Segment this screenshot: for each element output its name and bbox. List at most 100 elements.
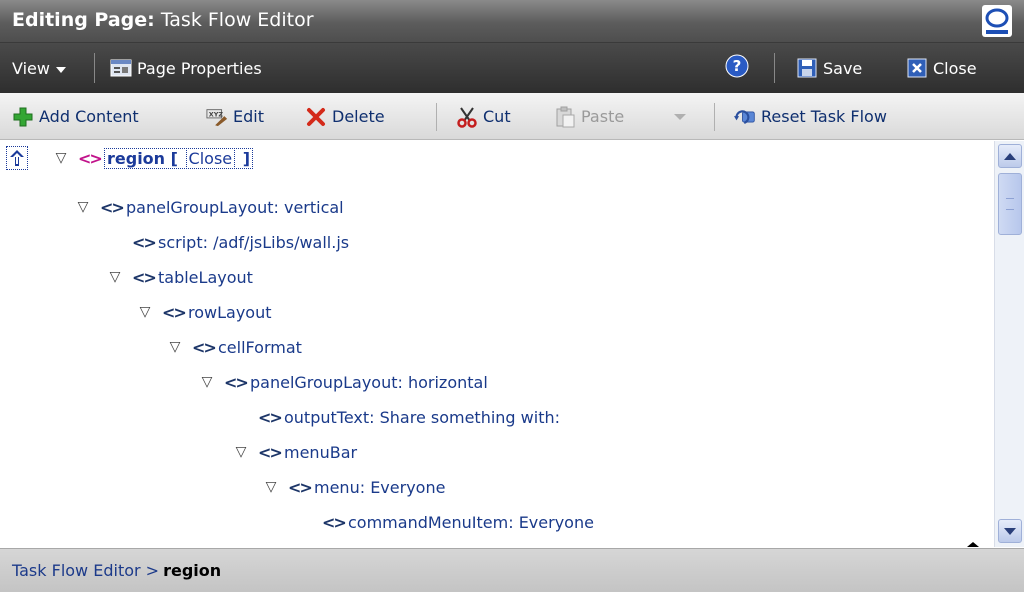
tree-node[interactable]: ▽ <> panelGroupLayout: horizontal bbox=[198, 367, 488, 397]
close-label: Close bbox=[933, 58, 977, 78]
plus-icon bbox=[12, 106, 34, 128]
tree-node[interactable]: ▽ <> menu: Everyone bbox=[262, 472, 446, 502]
resize-grip-icon[interactable] bbox=[958, 536, 988, 550]
collapse-triangle-icon[interactable]: ▽ bbox=[262, 479, 280, 495]
tree-root-node[interactable]: ▽ <> region [ Close ] bbox=[52, 143, 254, 173]
tree-node-label: panelGroupLayout: horizontal bbox=[250, 372, 488, 392]
edit-label: Edit bbox=[233, 107, 264, 126]
component-tag-icon: <> bbox=[162, 302, 187, 322]
collapse-triangle-icon[interactable]: ▽ bbox=[74, 199, 92, 215]
toolbar-separator bbox=[436, 103, 437, 131]
component-tag-icon: <> bbox=[258, 442, 283, 462]
component-tag-icon: <> bbox=[132, 232, 157, 252]
svg-text:XYZ: XYZ bbox=[209, 110, 224, 118]
tree-node[interactable]: ▽ <> rowLayout bbox=[136, 297, 272, 327]
toolbar: Add Content XYZ Edit Delete Cut Paste Re… bbox=[0, 93, 1024, 140]
component-tag-icon: <> bbox=[192, 337, 217, 357]
paste-label: Paste bbox=[581, 107, 625, 126]
menu-separator bbox=[774, 53, 775, 83]
breadcrumb-path[interactable]: Task Flow Editor > bbox=[12, 561, 159, 580]
chevron-up-icon bbox=[1004, 152, 1016, 160]
root-close-link[interactable]: Close bbox=[185, 147, 236, 169]
tree-node-label: outputText: Share something with: bbox=[284, 407, 560, 427]
component-tag-icon: <> bbox=[288, 477, 313, 497]
collapse-triangle-icon[interactable]: ▽ bbox=[232, 444, 250, 460]
help-button[interactable]: ? bbox=[725, 43, 749, 93]
component-tree: ▽ <> region [ Close ] ▽ <> panelGroupLay… bbox=[0, 141, 994, 547]
toolbar-separator bbox=[714, 103, 715, 131]
scroll-up-button[interactable] bbox=[998, 144, 1022, 168]
collapse-triangle-icon[interactable]: ▽ bbox=[198, 374, 216, 390]
tree-node[interactable]: ▽ <> cellFormat bbox=[166, 332, 302, 362]
collapse-triangle-icon[interactable]: ▽ bbox=[166, 339, 184, 355]
collapse-triangle-icon[interactable]: ▽ bbox=[136, 304, 154, 320]
tree-node-label: rowLayout bbox=[188, 302, 272, 322]
delete-icon bbox=[305, 106, 327, 128]
tree-node-label: tableLayout bbox=[158, 267, 253, 287]
oracle-logo-icon bbox=[982, 5, 1012, 37]
menu-bar: View Page Properties ? Save Close bbox=[0, 43, 1024, 93]
title-bar: Editing Page: Task Flow Editor bbox=[0, 0, 1024, 43]
reset-task-flow-button[interactable]: Reset Task Flow bbox=[734, 93, 887, 140]
tree-node-label: menu: Everyone bbox=[314, 477, 446, 497]
component-tag-icon: <> bbox=[132, 267, 157, 287]
add-content-button[interactable]: Add Content bbox=[12, 93, 139, 140]
collapse-triangle-icon[interactable]: ▽ bbox=[106, 269, 124, 285]
tree-node-label: menuBar bbox=[284, 442, 358, 462]
page-properties-button[interactable]: Page Properties bbox=[110, 43, 262, 93]
tree-node-label: panelGroupLayout: vertical bbox=[126, 197, 344, 217]
tree-node[interactable]: ▽ <> tableLayout bbox=[106, 262, 253, 292]
svg-text:?: ? bbox=[733, 57, 742, 75]
scissors-icon bbox=[456, 106, 478, 128]
root-bracket-close: ] bbox=[242, 148, 251, 168]
collapse-triangle-icon[interactable]: ▽ bbox=[52, 150, 70, 166]
close-icon bbox=[906, 57, 928, 79]
scroll-thumb[interactable] bbox=[998, 173, 1022, 235]
vertical-scrollbar[interactable] bbox=[994, 141, 1024, 547]
root-bracket-open: [ bbox=[170, 148, 178, 168]
close-button[interactable]: Close bbox=[906, 43, 977, 93]
go-up-icon[interactable] bbox=[6, 146, 28, 170]
component-tag-icon: <> bbox=[78, 148, 103, 168]
cut-label: Cut bbox=[483, 107, 511, 126]
page-title: Editing Page: Task Flow Editor bbox=[12, 9, 314, 31]
paste-icon bbox=[554, 106, 576, 128]
component-tag-icon: <> bbox=[322, 512, 347, 532]
tree-node[interactable]: ▽ <> commandMenuItem: Everyone bbox=[296, 507, 594, 537]
view-menu[interactable]: View bbox=[12, 43, 66, 93]
reset-icon bbox=[734, 106, 756, 128]
paste-options-dropdown[interactable] bbox=[674, 93, 686, 140]
component-tag-icon: <> bbox=[224, 372, 249, 392]
menu-separator bbox=[94, 53, 95, 83]
page-title-prefix: Editing Page: bbox=[12, 9, 155, 31]
tree-node[interactable]: ▽ <> outputText: Share something with: bbox=[232, 402, 560, 432]
tree-node-label: script: /adf/jsLibs/wall.js bbox=[158, 232, 350, 252]
scroll-down-button[interactable] bbox=[998, 519, 1022, 543]
help-icon: ? bbox=[725, 54, 749, 82]
tree-node-label: commandMenuItem: Everyone bbox=[348, 512, 594, 532]
edit-button[interactable]: XYZ Edit bbox=[206, 93, 264, 140]
chevron-down-icon bbox=[1004, 527, 1016, 535]
chevron-down-icon bbox=[674, 113, 686, 120]
save-icon bbox=[796, 57, 818, 79]
cut-button[interactable]: Cut bbox=[456, 93, 511, 140]
page-title-name: Task Flow Editor bbox=[160, 9, 314, 31]
save-label: Save bbox=[823, 58, 863, 78]
tree-node-label: cellFormat bbox=[218, 337, 302, 357]
add-content-label: Add Content bbox=[39, 107, 139, 126]
tree-root-label[interactable]: region [ Close ] bbox=[104, 147, 254, 169]
page-properties-label: Page Properties bbox=[137, 58, 262, 78]
component-tag-icon: <> bbox=[258, 407, 283, 427]
breadcrumb: Task Flow Editor > region bbox=[0, 548, 1024, 592]
tree-node[interactable]: ▽ <> menuBar bbox=[232, 437, 357, 467]
tree-node[interactable]: ▽ <> script: /adf/jsLibs/wall.js bbox=[106, 227, 349, 257]
paste-button[interactable]: Paste bbox=[554, 93, 624, 140]
breadcrumb-current: region bbox=[163, 561, 222, 580]
tree-node[interactable]: ▽ <> panelGroupLayout: vertical bbox=[74, 192, 344, 222]
reset-task-flow-label: Reset Task Flow bbox=[761, 107, 887, 126]
root-label-text: region bbox=[107, 148, 166, 168]
edit-icon: XYZ bbox=[206, 106, 228, 128]
delete-button[interactable]: Delete bbox=[305, 93, 385, 140]
save-button[interactable]: Save bbox=[796, 43, 862, 93]
chevron-down-icon bbox=[55, 66, 66, 73]
